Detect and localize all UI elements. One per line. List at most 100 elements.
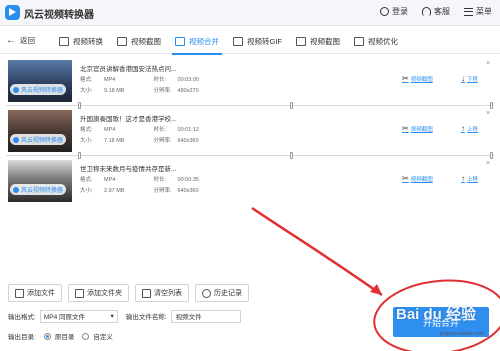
- move-down-label: 下移: [467, 76, 479, 83]
- format-value: MP4: [104, 127, 116, 133]
- back-button[interactable]: ← 返回: [6, 35, 35, 46]
- clip-button[interactable]: ✂ 视频截图: [402, 124, 433, 133]
- menu-button[interactable]: 菜单: [464, 6, 492, 17]
- list-item[interactable]: 风云视频转换器 北京官员讲解香港国安法热点问... 格式: MP4 时长: 00:0…: [6, 60, 494, 104]
- service-label: 客服: [434, 7, 450, 16]
- clear-list-button[interactable]: 清空列表: [135, 284, 189, 302]
- add-folder-button[interactable]: 添加文件夹: [68, 284, 129, 302]
- move-down-button[interactable]: ↓ 下移: [461, 74, 478, 83]
- close-icon[interactable]: ×: [486, 110, 490, 117]
- headset-icon: [422, 7, 431, 16]
- file-name: 升国旗奏国歌！这才是香港学校...: [80, 116, 177, 123]
- tab-video-screenshot[interactable]: 视频截图: [289, 28, 347, 54]
- video-clip-icon: [117, 36, 127, 46]
- drag-handle[interactable]: [290, 102, 293, 109]
- watermark-text: 风云视频转换器: [21, 188, 64, 194]
- clip-label: 视频截图: [410, 126, 433, 133]
- resolution-label: 分辨率:: [153, 138, 172, 144]
- tab-label: 视频合并: [189, 36, 219, 46]
- menu-icon: [464, 7, 473, 16]
- tab-label: 视频转换: [73, 36, 103, 46]
- drag-handle[interactable]: [78, 102, 81, 109]
- screenshot-icon: [296, 36, 306, 46]
- watermark-logo-icon: [13, 86, 19, 93]
- file-name: 北京官员讲解香港国安法热点问...: [80, 66, 177, 73]
- radio-custom-dir[interactable]: [82, 332, 90, 340]
- list-item[interactable]: 风云视频转换器 世卫称未来数月与疫情共存是新... 格式: MP4 时长: 00:0…: [6, 160, 494, 204]
- output-name-label: 输出文件名称:: [125, 314, 167, 321]
- output-format-value: MP4 同原文件: [43, 314, 85, 321]
- resolution-label: 分辨率:: [153, 88, 172, 94]
- drag-handle[interactable]: [490, 102, 493, 109]
- video-thumbnail: 风云视频转换器: [8, 110, 72, 152]
- arrow-down-icon: ↓: [461, 74, 465, 83]
- login-button[interactable]: 登录: [380, 6, 408, 17]
- resolution-value: 640x360: [177, 188, 199, 194]
- drag-handle[interactable]: [490, 152, 493, 159]
- original-dir-label: 原目录: [54, 334, 75, 341]
- drag-handle[interactable]: [290, 152, 293, 159]
- clip-button[interactable]: ✂ 视频截图: [402, 74, 433, 83]
- resolution-label: 分辨率:: [153, 188, 172, 194]
- output-format-select[interactable]: MP4 同原文件 ▾: [39, 309, 118, 323]
- tab-video-merge[interactable]: 视频合并: [168, 28, 226, 55]
- move-up-button[interactable]: ↑ 上移: [461, 124, 478, 133]
- scissors-icon: ✂: [402, 174, 409, 183]
- size-value: 7.18 MB: [104, 138, 125, 144]
- titlebar-actions: 登录 客服 菜单: [380, 6, 492, 17]
- size-label: 大小:: [80, 138, 93, 144]
- video-thumbnail: 风云视频转换器: [8, 160, 72, 202]
- scissors-icon: ✂: [402, 124, 409, 133]
- arrow-up-icon: ↑: [461, 174, 465, 183]
- close-icon[interactable]: ×: [486, 60, 490, 67]
- watermark-badge: 风云视频转换器: [10, 134, 67, 145]
- baidu-url: jingyan.baidu.com: [440, 331, 485, 337]
- output-name-input[interactable]: 视频文件: [170, 309, 241, 323]
- drag-handle[interactable]: [78, 152, 81, 159]
- move-up-button[interactable]: ↑ 上移: [461, 174, 478, 183]
- format-label: 格式:: [80, 177, 93, 183]
- tab-label: 视频转GIF: [247, 36, 282, 46]
- add-file-button[interactable]: 添加文件: [8, 284, 62, 302]
- watermark-logo-icon: [13, 136, 19, 143]
- output-format-label: 输出格式:: [8, 314, 36, 321]
- gif-icon: [233, 36, 243, 46]
- move-up-label: 上移: [467, 176, 479, 183]
- service-button[interactable]: 客服: [422, 6, 450, 17]
- output-directory: 输出目录: 原目录 自定义: [8, 330, 113, 342]
- back-arrow-icon: ←: [6, 34, 16, 46]
- size-value: 2.97 MB: [104, 188, 125, 194]
- duration-label: 时长:: [153, 77, 167, 83]
- bottom-toolbar: 添加文件 添加文件夹 清空列表 历史记录: [8, 284, 408, 302]
- file-meta-row: 格式: MP4 时长: 00:03:00: [80, 75, 226, 83]
- format-value: MP4: [104, 177, 116, 183]
- watermark-text: 风云视频转换器: [21, 138, 64, 144]
- app-logo-icon: [5, 5, 20, 20]
- watermark-text: 风云视频转换器: [21, 88, 64, 94]
- scissors-icon: ✂: [402, 74, 409, 83]
- user-icon: [380, 7, 389, 16]
- login-label: 登录: [392, 7, 408, 16]
- output-settings: 输出格式: MP4 同原文件 ▾ 输出文件名称: 视频文件: [8, 309, 241, 323]
- file-meta-row: 格式: MP4 时长: 00:00:35: [80, 175, 226, 183]
- file-list: 风云视频转换器 北京官员讲解香港国安法热点问... 格式: MP4 时长: 00:0…: [6, 58, 494, 208]
- arrow-up-icon: ↑: [461, 124, 465, 133]
- history-button[interactable]: 历史记录: [195, 284, 249, 302]
- file-meta-row: 格式: MP4 时长: 00:01:12: [80, 125, 226, 133]
- tab-video-optimize[interactable]: 视频优化: [347, 28, 405, 54]
- tab-video-clip[interactable]: 视频截图: [110, 28, 168, 54]
- tab-label: 视频截图: [310, 36, 340, 46]
- optimize-icon: [354, 36, 364, 46]
- tab-video-to-gif[interactable]: 视频转GIF: [226, 28, 289, 54]
- radio-original-dir[interactable]: [43, 332, 51, 340]
- close-icon[interactable]: ×: [486, 160, 490, 167]
- annotation-arrow: [251, 206, 383, 297]
- nav-bar: ← 返回 视频转换 视频截图 视频合并 视频转GIF 视频截图 视频优化: [0, 28, 500, 55]
- duration-value: 00:00:35: [177, 177, 199, 183]
- custom-dir-label: 自定义: [93, 334, 113, 341]
- add-folder-label: 添加文件夹: [87, 290, 122, 297]
- add-file-icon: [15, 288, 24, 298]
- clip-button[interactable]: ✂ 视频截图: [402, 174, 433, 183]
- tab-video-convert[interactable]: 视频转换: [52, 28, 110, 54]
- list-item[interactable]: 风云视频转换器 升国旗奏国歌！这才是香港学校... 格式: MP4 时长: 00:0…: [6, 110, 494, 154]
